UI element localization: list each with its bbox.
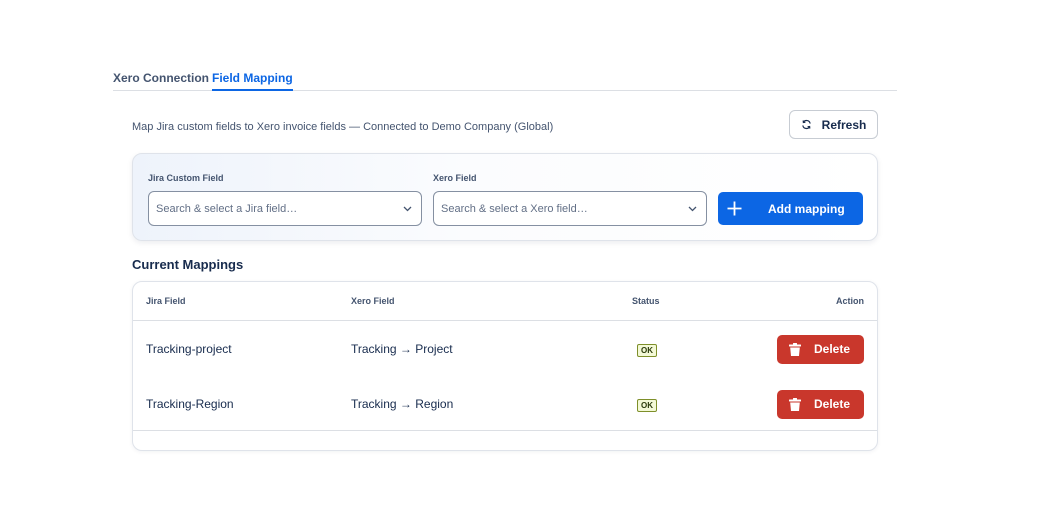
table-row: Tracking-project Tracking → Project OK D… <box>133 321 877 376</box>
status-badge: OK <box>637 399 657 412</box>
chevron-down-icon <box>403 206 412 212</box>
trash-icon <box>789 343 801 356</box>
jira-field-cell: Tracking-Region <box>146 397 234 411</box>
trash-icon <box>789 398 801 411</box>
delete-label: Delete <box>814 342 851 356</box>
add-mapping-form: Jira Custom Field Xero Field Search & se… <box>132 153 878 241</box>
jira-field-cell: Tracking-project <box>146 342 232 356</box>
refresh-icon <box>801 119 811 130</box>
xero-field-cell: Tracking → Region <box>351 397 454 411</box>
refresh-label: Refresh <box>821 117 867 132</box>
xero-field-label: Xero Field <box>433 173 477 183</box>
column-header-jira-field: Jira Field <box>146 296 186 306</box>
delete-button[interactable]: Delete <box>777 390 864 419</box>
tab-bar: Xero Connection Field Mapping <box>113 66 897 91</box>
mappings-table: Jira Field Xero Field Status Action Trac… <box>132 281 878 451</box>
table-row: Tracking-Region Tracking → Region OK Del… <box>133 376 877 431</box>
column-header-action: Action <box>836 296 864 306</box>
chevron-down-icon <box>688 206 697 212</box>
jira-field-label: Jira Custom Field <box>148 173 224 183</box>
add-mapping-button[interactable]: Add mapping <box>718 192 863 225</box>
delete-label: Delete <box>814 397 851 411</box>
xero-field-cell: Tracking → Project <box>351 342 453 356</box>
column-header-xero-field: Xero Field <box>351 296 395 306</box>
status-badge: OK <box>637 344 657 357</box>
page-description: Map Jira custom fields to Xero invoice f… <box>132 121 554 133</box>
current-mappings-heading: Current Mappings <box>132 257 244 272</box>
refresh-button[interactable]: Refresh <box>789 110 878 139</box>
jira-field-select[interactable]: Search & select a Jira field… <box>148 191 422 226</box>
xero-field-select[interactable]: Search & select a Xero field… <box>433 191 707 226</box>
footer-divider <box>133 430 877 431</box>
column-header-status: Status <box>632 296 660 306</box>
tab-field-mapping[interactable]: Field Mapping <box>212 71 293 91</box>
delete-button[interactable]: Delete <box>777 335 864 364</box>
jira-field-placeholder: Search & select a Jira field… <box>156 203 298 215</box>
tab-xero-connection[interactable]: Xero Connection <box>113 71 209 85</box>
xero-field-placeholder: Search & select a Xero field… <box>441 203 588 215</box>
add-mapping-label: Add mapping <box>768 202 845 216</box>
plus-icon <box>727 201 742 216</box>
